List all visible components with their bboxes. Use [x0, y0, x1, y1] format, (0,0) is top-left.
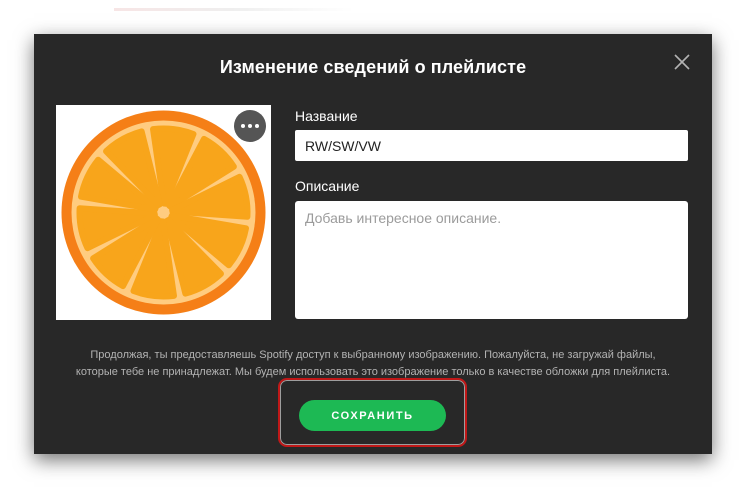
- image-rights-disclaimer: Продолжая, ты предоставляешь Spotify дос…: [64, 347, 682, 381]
- disclaimer-line-1: Продолжая, ты предоставляешь Spotify дос…: [90, 349, 656, 361]
- background-app-strip: [34, 0, 712, 34]
- playlist-description-input[interactable]: [295, 201, 688, 319]
- screen: Изменение сведений о плейлисте Название …: [0, 0, 744, 489]
- more-options-icon: [241, 124, 245, 128]
- name-label: Название: [295, 108, 358, 124]
- close-button[interactable]: [672, 52, 692, 72]
- dialog-title: Изменение сведений о плейлисте: [219, 57, 527, 77]
- more-options-button[interactable]: [234, 110, 266, 142]
- description-label: Описание: [295, 178, 360, 194]
- close-icon: [674, 54, 690, 70]
- playlist-name-input[interactable]: [295, 130, 688, 161]
- save-button[interactable]: СОХРАНИТЬ: [299, 400, 446, 431]
- background-app-content: [114, 8, 354, 11]
- edit-playlist-dialog: Изменение сведений о плейлисте Название …: [34, 34, 712, 454]
